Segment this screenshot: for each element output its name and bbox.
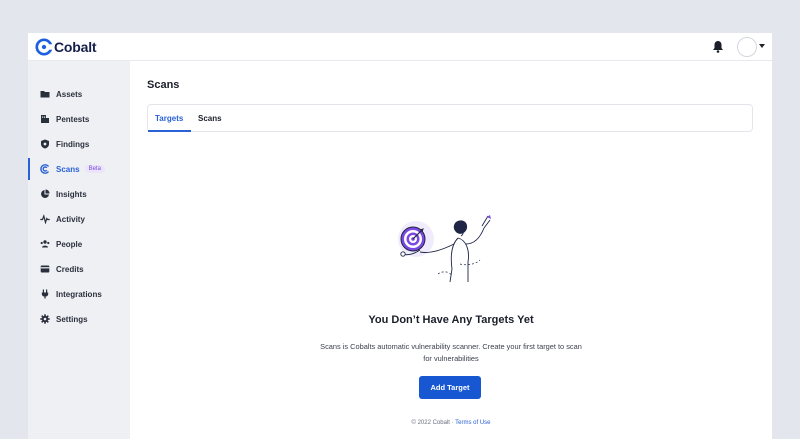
sidebar-item-settings[interactable]: Settings bbox=[28, 308, 130, 330]
cobalt-logo-icon bbox=[35, 38, 53, 56]
app-window: Cobalt Assets Pentests Findings Scans Be… bbox=[28, 33, 772, 439]
tab-label: Targets bbox=[155, 114, 184, 123]
sidebar-item-label: Pentests bbox=[56, 114, 90, 124]
folder-icon bbox=[40, 89, 50, 99]
pentest-icon bbox=[40, 114, 50, 124]
people-icon bbox=[40, 239, 50, 249]
terms-of-use-link[interactable]: Terms of Use bbox=[455, 420, 490, 426]
sidebar-item-label: Assets bbox=[56, 89, 83, 99]
top-bar: Cobalt bbox=[28, 33, 772, 61]
gear-icon bbox=[40, 314, 50, 324]
shield-icon bbox=[40, 139, 50, 149]
cobalt-logo[interactable]: Cobalt bbox=[35, 38, 97, 56]
sidebar-item-scans[interactable]: Scans Beta bbox=[28, 158, 130, 180]
add-target-button[interactable]: Add Target bbox=[419, 376, 481, 399]
sidebar-item-insights[interactable]: Insights bbox=[28, 183, 130, 205]
empty-state-title: You Don’t Have Any Targets Yet bbox=[368, 314, 534, 326]
sidebar-item-people[interactable]: People bbox=[28, 233, 130, 255]
tab-scans[interactable]: Scans bbox=[198, 105, 222, 132]
empty-state-illustration bbox=[398, 215, 491, 283]
plug-icon bbox=[40, 289, 50, 299]
tab-bar: Targets Scans bbox=[147, 104, 753, 132]
sidebar-item-label: Activity bbox=[56, 214, 85, 224]
beta-badge: Beta bbox=[84, 165, 105, 173]
sidebar-item-label: Findings bbox=[56, 139, 90, 149]
chevron-down-icon[interactable] bbox=[759, 44, 765, 48]
main-content: Scans Targets Scans You Don’t Have Any T… bbox=[130, 61, 772, 439]
empty-state-description: Scans is Cobalts automatic vulnerability… bbox=[320, 342, 582, 363]
sidebar-item-integrations[interactable]: Integrations bbox=[28, 283, 130, 305]
sidebar-item-label: Integrations bbox=[56, 289, 102, 299]
credits-icon bbox=[40, 264, 50, 274]
brand-name: Cobalt bbox=[54, 39, 97, 55]
sidebar-item-assets[interactable]: Assets bbox=[28, 83, 130, 105]
sidebar-item-label: Scans bbox=[56, 164, 80, 174]
bell-icon[interactable] bbox=[712, 40, 724, 53]
scan-icon bbox=[40, 164, 50, 174]
sidebar-item-pentests[interactable]: Pentests bbox=[28, 108, 130, 130]
sidebar-item-activity[interactable]: Activity bbox=[28, 208, 130, 230]
sidebar: Assets Pentests Findings Scans Beta Insi… bbox=[28, 61, 130, 439]
sidebar-item-label: Settings bbox=[56, 314, 88, 324]
sidebar-item-label: Insights bbox=[56, 189, 87, 199]
tab-targets[interactable]: Targets bbox=[155, 105, 183, 132]
page-title: Scans bbox=[147, 79, 180, 91]
sidebar-item-label: Credits bbox=[56, 264, 84, 274]
sidebar-item-label: People bbox=[56, 239, 83, 249]
sidebar-item-findings[interactable]: Findings bbox=[28, 133, 130, 155]
copyright-text: © 2022 Cobalt · bbox=[411, 420, 456, 426]
pulse-icon bbox=[40, 214, 50, 224]
footer: © 2022 Cobalt · Terms of Use bbox=[130, 420, 772, 426]
sidebar-item-credits[interactable]: Credits bbox=[28, 258, 130, 280]
tab-label: Scans bbox=[198, 114, 222, 123]
pie-chart-icon bbox=[40, 189, 50, 199]
avatar[interactable] bbox=[737, 37, 757, 57]
active-tab-indicator bbox=[148, 130, 191, 132]
